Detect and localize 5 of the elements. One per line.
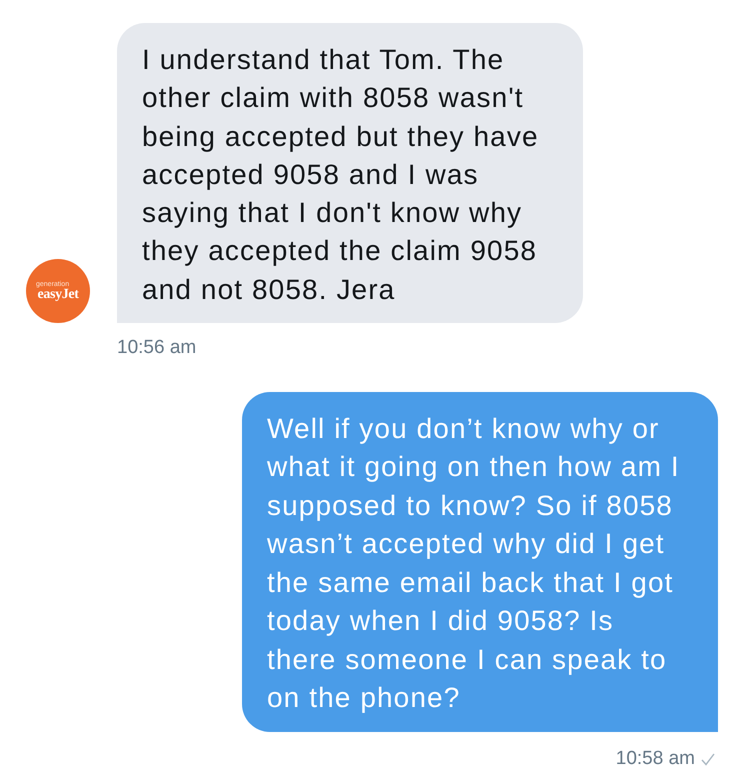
received-message-bubble: I understand that Tom. The other claim with 8058 wasn't being accepted but they have accepted 9058 and I was saying that I don't know why they accepted the claim 9058 and not 8058. Jera [117, 23, 583, 324]
sent-message-bubble: Well if you don’t know why or what it going on then how am I supposed to know? So if 8058 wasn’t accepted why did I get the same email back that I got today when I did 9058? Is there someone I can speak to on the phone? [242, 392, 718, 732]
message-timestamp: 10:56 am [117, 336, 196, 360]
message-timestamp: 10:58 am [616, 747, 695, 769]
logo-text: easyJet [37, 288, 79, 302]
